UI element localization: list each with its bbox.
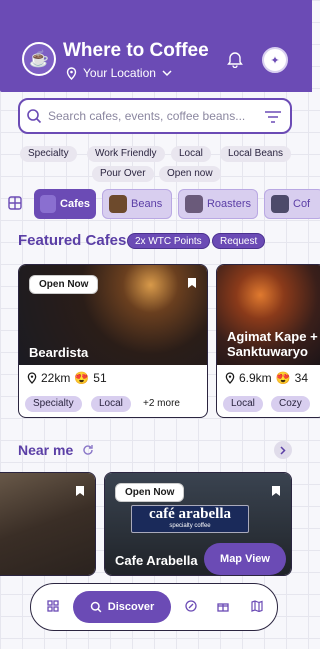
nav-discover-label: Discover [107,601,155,613]
location-pin-icon [225,372,235,384]
cafe-card[interactable]: Open Now Beardista 22km 😍 51 Specialty L… [18,264,208,418]
featured-title: Featured Cafes [18,232,127,249]
cafe-name: Beardista [29,345,89,360]
near-me-title: Near me [18,442,74,458]
category-label: Beans [131,198,163,210]
cafe-name: Cafe Arabella [115,553,198,568]
map-icon[interactable] [251,600,263,612]
search-input[interactable]: Search cafes, events, coffee beans... [48,109,245,123]
home-grid-icon[interactable] [47,600,59,612]
user-avatar[interactable]: ✦ [262,47,288,73]
category-beans[interactable]: Beans [102,189,172,219]
cafe-sign-text: café arabella [148,506,232,522]
roasters-thumb-icon [185,195,203,213]
category-label: Roasters [206,198,251,210]
filter-icon[interactable] [264,109,282,125]
nav-discover-button[interactable]: Discover [73,591,171,623]
rating: 34 [294,371,308,385]
category-roasters[interactable]: Roasters [178,189,258,219]
map-view-button[interactable]: Map View [204,543,286,575]
bookmark-icon[interactable] [75,485,85,497]
rating: 51 [93,371,107,385]
location-label: Your Location [83,66,156,80]
chip: Specialty [25,396,82,412]
rating-emoji-icon: 😍 [275,371,291,385]
distance: 22km [41,371,71,385]
wtc-points-pill[interactable]: 2x WTC Points [127,233,210,249]
bookmark-icon[interactable] [271,485,281,497]
coffee-thumb-icon [271,195,289,213]
cafe-meta: 22km 😍 51 [27,371,107,385]
search-bar[interactable]: Search cafes, events, coffee beans... [18,98,292,134]
bookmark-icon[interactable] [187,277,197,289]
tag-local-beans[interactable]: Local Beans [220,146,292,162]
chevron-right-icon [280,445,286,455]
open-now-badge: Open Now [29,275,99,294]
cafe-thumb-icon [40,195,57,213]
near-me-next-button[interactable] [274,441,292,459]
chip: Cozy [271,396,310,412]
open-now-badge: Open Now [115,483,185,502]
category-label: Cafes [60,198,90,210]
tag-pour-over[interactable]: Pour Over [92,166,154,182]
chevron-down-icon [162,69,172,76]
search-icon [90,601,102,613]
chip: Local [223,396,263,412]
grid-icon[interactable] [8,196,22,210]
location-selector[interactable]: Your Location [66,66,172,80]
refresh-icon[interactable] [82,444,94,456]
tag-open-now[interactable]: Open now [159,166,221,182]
bottom-nav: Discover [30,583,278,631]
search-icon [27,109,42,124]
cafe-meta: 6.9km 😍 34 [225,371,308,385]
cafe-card[interactable]: Agimat Kape + Sanktuwaryo 6.9km 😍 34 Loc… [216,264,320,418]
category-cafes[interactable]: Cafes [34,189,96,219]
app-title: Where to Coffee [63,40,209,61]
cafe-sign: café arabella specialty coffee [131,505,249,533]
gift-icon[interactable] [217,600,229,612]
chip: Local [91,396,131,412]
app-header: ☕ Where to Coffee Your Location ✦ [0,0,312,92]
distance: 6.9km [239,371,272,385]
category-label: Cof [293,198,311,210]
beans-thumb-icon [109,195,127,213]
cafe-name: Agimat Kape + Sanktuwaryo [227,329,318,359]
cafe-sign-subtext: specialty coffee [169,523,211,529]
category-coffee[interactable]: Cof [264,189,320,219]
more-tags: +2 more [143,398,180,409]
tag-work-friendly[interactable]: Work Friendly [87,146,165,162]
tag-local[interactable]: Local [171,146,211,162]
coupon-icon[interactable] [185,600,197,612]
tag-specialty[interactable]: Specialty [20,146,77,162]
location-pin-icon [66,66,77,80]
location-pin-icon [27,372,37,384]
request-pill[interactable]: Request [212,233,266,249]
rating-emoji-icon: 😍 [74,371,90,385]
notification-bell-icon[interactable] [226,50,244,68]
app-logo: ☕ [22,42,56,76]
nearby-cafe-card[interactable] [0,472,96,576]
